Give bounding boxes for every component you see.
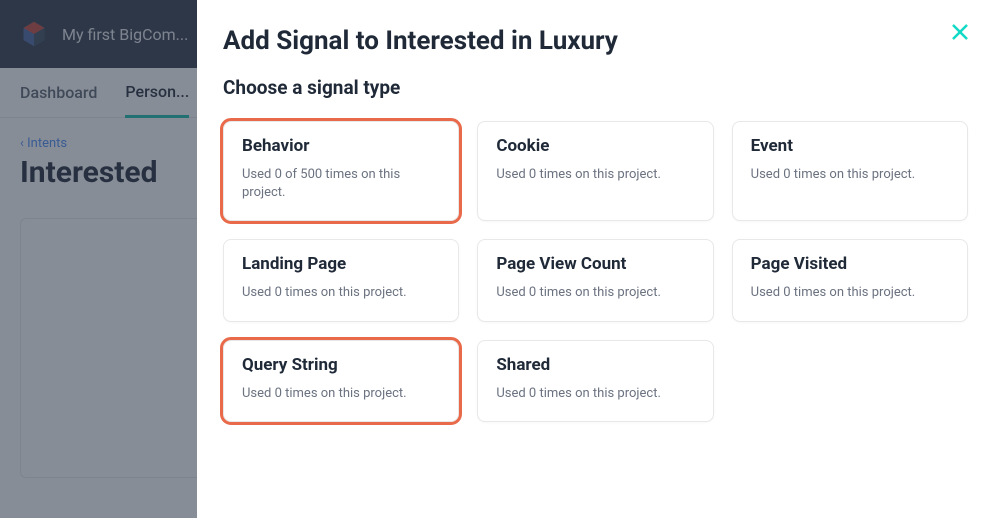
tile-title: Shared xyxy=(496,355,694,375)
tile-title: Query String xyxy=(242,355,440,375)
tile-title: Landing Page xyxy=(242,254,440,274)
tile-description: Used 0 times on this project. xyxy=(496,385,694,403)
tile-title: Behavior xyxy=(242,136,440,156)
tile-description: Used 0 times on this project. xyxy=(751,166,949,184)
close-icon[interactable] xyxy=(948,20,972,44)
signal-tile-page-view-count[interactable]: Page View Count Used 0 times on this proj… xyxy=(477,239,713,321)
tile-description: Used 0 times on this project. xyxy=(496,166,694,184)
signal-tile-behavior[interactable]: Behavior Used 0 of 500 times on this proj… xyxy=(223,121,459,221)
tile-description: Used 0 times on this project. xyxy=(496,284,694,302)
tile-description: Used 0 of 500 times on this project. xyxy=(242,166,440,202)
signal-type-grid: Behavior Used 0 of 500 times on this proj… xyxy=(223,121,968,422)
signal-tile-shared[interactable]: Shared Used 0 times on this project. xyxy=(477,340,713,422)
tile-description: Used 0 times on this project. xyxy=(242,284,440,302)
signal-tile-query-string[interactable]: Query String Used 0 times on this project… xyxy=(223,340,459,422)
modal-title: Add Signal to Interested in Luxury xyxy=(223,26,968,56)
signal-tile-page-visited[interactable]: Page Visited Used 0 times on this project… xyxy=(732,239,968,321)
tile-title: Page View Count xyxy=(496,254,694,274)
signal-tile-event[interactable]: Event Used 0 times on this project. xyxy=(732,121,968,221)
tile-description: Used 0 times on this project. xyxy=(242,385,440,403)
tile-title: Event xyxy=(751,136,949,156)
tile-title: Page Visited xyxy=(751,254,949,274)
tile-description: Used 0 times on this project. xyxy=(751,284,949,302)
add-signal-modal: Add Signal to Interested in Luxury Choos… xyxy=(197,0,994,518)
signal-tile-cookie[interactable]: Cookie Used 0 times on this project. xyxy=(477,121,713,221)
tile-title: Cookie xyxy=(496,136,694,156)
modal-subtitle: Choose a signal type xyxy=(223,76,968,99)
signal-tile-landing-page[interactable]: Landing Page Used 0 times on this project… xyxy=(223,239,459,321)
